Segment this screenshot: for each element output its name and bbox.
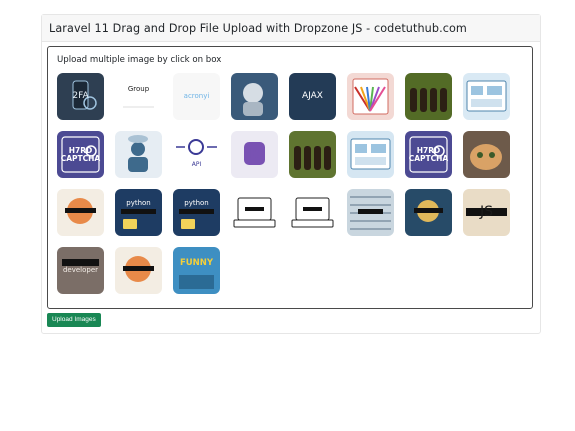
thumb-wizard[interactable] [405, 189, 452, 236]
thumbnail-label: H7RD CAPTCHA [60, 145, 101, 163]
thumb-dashboard-sketch-image [466, 80, 507, 112]
thumb-ai-face-image [243, 83, 263, 116]
thumb-forest-people-2-image [294, 146, 331, 170]
thumbnail-label: 2FA [72, 90, 89, 101]
card-header: Laravel 11 Drag and Drop File Upload wit… [42, 15, 540, 42]
thumb-js[interactable]: JS [463, 189, 510, 236]
thumb-captcha-2[interactable]: H7RD CAPTCHA [405, 131, 452, 178]
thumb-cloud-user-image [128, 135, 148, 172]
thumbnail-label: acronyi [183, 91, 210, 100]
thumb-dashboard-sketch-2[interactable] [347, 131, 394, 178]
thumb-laptop-sketch-image [233, 197, 276, 228]
thumbnail-label: python [184, 198, 209, 207]
thumb-cartoon-laptop-2[interactable] [115, 247, 162, 294]
thumbnail-label: API [191, 161, 202, 169]
thumb-2fa-phone[interactable]: 2FA [57, 73, 104, 120]
thumb-acronym[interactable]: acronyi [173, 73, 220, 120]
thumb-python-image [121, 209, 156, 229]
thumbnail-label: AJAX [302, 90, 323, 101]
thumb-funny-image [179, 275, 214, 289]
thumb-funny[interactable]: FUNNY [173, 247, 220, 294]
thumb-cartoon-laptop-image [65, 198, 96, 224]
thumb-api-gear-image [176, 139, 217, 155]
thumbnail-label: python [126, 198, 151, 207]
thumb-ajax[interactable]: AJAX [289, 73, 336, 120]
thumb-forest-people[interactable] [405, 73, 452, 120]
thumb-api-gear[interactable]: API [173, 131, 220, 178]
upload-images-button[interactable]: Upload Images [47, 313, 101, 327]
thumb-browser-fan[interactable] [347, 73, 394, 120]
thumb-cloud-user[interactable] [115, 131, 162, 178]
thumb-python-2-image [179, 209, 214, 229]
thumb-laptop-sketch-2[interactable] [289, 189, 336, 236]
thumbnail-label: H7RD CAPTCHA [408, 145, 449, 163]
thumb-bootstrap[interactable]: B [231, 131, 278, 178]
thumbnail-label: JS [479, 204, 493, 221]
thumb-captcha[interactable]: H7RD CAPTCHA [57, 131, 104, 178]
thumb-group-sql[interactable]: Group [115, 73, 162, 120]
page-title: Laravel 11 Drag and Drop File Upload wit… [49, 21, 467, 35]
thumb-forest-people-2[interactable] [289, 131, 336, 178]
thumb-developer[interactable]: developer [57, 247, 104, 294]
thumb-browser-fan-image [352, 78, 389, 115]
thumbnail-label: developer [62, 265, 99, 274]
dropzone-message: Upload multiple image by click on box [57, 55, 222, 65]
thumb-python-2[interactable]: python [173, 189, 220, 236]
thumbnail-label: FUNNY [179, 258, 214, 269]
thumb-cat[interactable] [463, 131, 510, 178]
thumb-group-sql-image [123, 106, 154, 108]
thumb-dashboard-sketch-2-image [350, 138, 391, 170]
thumb-wizard-image [414, 200, 443, 222]
thumbnail-label: B [249, 146, 260, 162]
thumb-cartoon-laptop-2-image [123, 256, 154, 282]
thumbnail-label: Group [127, 84, 150, 93]
thumb-cartoon-laptop[interactable] [57, 189, 104, 236]
thumb-circuit-image [350, 196, 391, 230]
thumb-ai-face[interactable] [231, 73, 278, 120]
thumb-circuit[interactable] [347, 189, 394, 236]
thumb-python[interactable]: python [115, 189, 162, 236]
upload-card: Laravel 11 Drag and Drop File Upload wit… [41, 14, 541, 334]
thumb-laptop-sketch[interactable] [231, 189, 278, 236]
dropzone-area[interactable]: Upload multiple image by click on box 2F… [47, 46, 533, 309]
thumb-forest-people-image [410, 88, 447, 112]
thumb-dashboard-sketch[interactable] [463, 73, 510, 120]
thumbnail-grid: 2FA Group acronyi AJAX H7RD CAPTCHA API B H7RD … [57, 73, 510, 294]
thumb-cat-image [470, 144, 502, 170]
thumb-laptop-sketch-2-image [291, 197, 334, 228]
